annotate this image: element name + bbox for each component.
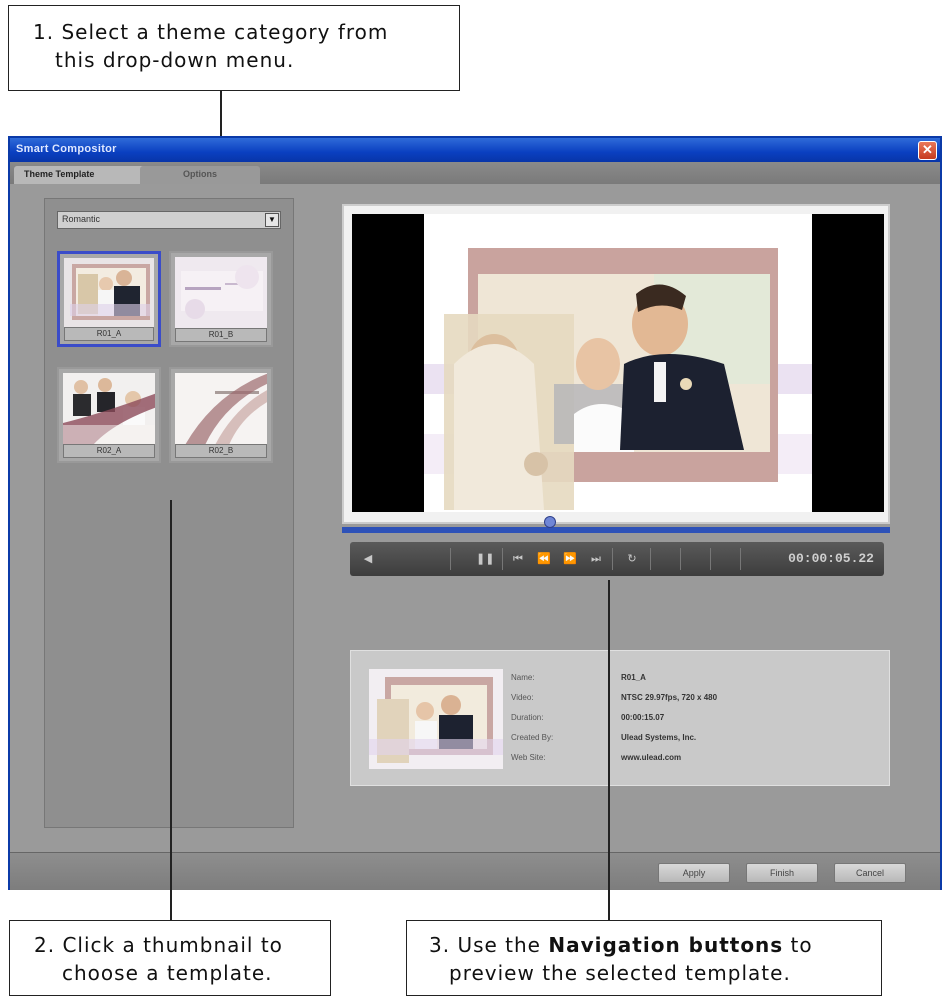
tab-theme-template[interactable]: Theme Template (14, 166, 146, 184)
thumbnail-image (175, 373, 267, 445)
thumbnail-label: R01_A (64, 327, 154, 341)
thumbnail-label: R01_B (175, 328, 267, 342)
callout-step-2-line-1: 2. Click a thumbnail to (34, 933, 283, 957)
volume-icon[interactable]: ◀ (360, 551, 376, 567)
thumbnail-image (175, 257, 267, 329)
chevron-down-icon[interactable]: ▼ (265, 213, 279, 227)
close-button[interactable]: ✕ (918, 141, 937, 160)
close-icon: ✕ (922, 142, 933, 157)
thumbnail-image (64, 258, 154, 330)
scrubber-handle[interactable] (544, 516, 556, 528)
smart-compositor-window: Smart Compositor ✕ Theme Template Option… (8, 136, 942, 890)
loop-icon[interactable]: ↻ (624, 551, 640, 567)
dialog-button-bar: Apply Finish Cancel (10, 852, 940, 890)
tab-strip: Theme Template Options (10, 162, 940, 184)
divider (650, 548, 651, 570)
info-row-video: Video: NTSC 29.97fps, 720 x 480 (511, 693, 881, 709)
template-thumbnail-r02-b[interactable]: R02_B (169, 367, 273, 463)
template-panel: Romantic ▼ R01_A R01_B R02_A R02_B (44, 198, 294, 828)
template-info-panel: Name: R01_A Video: NTSC 29.97fps, 720 x … (350, 650, 890, 786)
callout-step-3-line-1: 3. Use the Navigation buttons to (429, 931, 881, 959)
info-value: www.ulead.com (621, 753, 682, 762)
preview-progress-track[interactable] (342, 527, 890, 533)
info-label: Name: (511, 673, 535, 682)
divider (680, 548, 681, 570)
info-label: Web Site: (511, 753, 546, 762)
callout-step-3-leader (608, 580, 610, 920)
navigation-bar: ◀ ❚❚ ⏮ ⏪ ⏩ ⏭ ↻ 00:00:05.22 (350, 542, 884, 576)
preview-window (342, 204, 890, 524)
callout-step-2-line-2: choose a template. (62, 961, 273, 985)
thumbnail-label: R02_B (175, 444, 267, 458)
selected-template-preview (369, 669, 503, 769)
next-icon[interactable]: ⏭ (588, 551, 604, 567)
info-row-duration: Duration: 00:00:15.07 (511, 713, 881, 729)
window-title: Smart Compositor (16, 143, 117, 155)
callout-step-1: 1. Select a theme category from this dro… (8, 5, 460, 91)
callout-step-2-leader (170, 500, 172, 920)
thumbnail-image (63, 373, 155, 445)
info-label: Video: (511, 693, 534, 702)
callout-step-1-line-1: 1. Select a theme category from (33, 20, 389, 44)
info-value: 00:00:15.07 (621, 713, 665, 722)
letterbox-right (812, 214, 884, 512)
info-row-web-site: Web Site: www.ulead.com (511, 753, 881, 769)
thumbnail-label: R02_A (63, 444, 155, 458)
callout-step-2: 2. Click a thumbnail to choose a templat… (9, 920, 331, 996)
cancel-button[interactable]: Cancel (834, 863, 906, 883)
timecode-display: 00:00:05.22 (788, 551, 874, 566)
preview-image (424, 214, 812, 512)
theme-category-dropdown[interactable]: Romantic ▼ (57, 211, 281, 229)
template-thumbnail-r02-a[interactable]: R02_A (57, 367, 161, 463)
pause-icon[interactable]: ❚❚ (476, 551, 494, 567)
apply-button[interactable]: Apply (658, 863, 730, 883)
previous-icon[interactable]: ⏮ (510, 551, 526, 567)
info-value: R01_A (621, 673, 646, 682)
info-row-name: Name: R01_A (511, 673, 881, 689)
callout-step-3-prefix: 3. Use the (429, 933, 549, 957)
letterbox-left (352, 214, 424, 512)
tab-options[interactable]: Options (140, 166, 260, 184)
callout-step-3-bold: Navigation buttons (548, 933, 784, 957)
divider (612, 548, 613, 570)
callout-step-3-line-2: preview the selected template. (449, 961, 791, 985)
info-value: Ulead Systems, Inc. (621, 733, 697, 742)
divider (502, 548, 503, 570)
fast-forward-icon[interactable]: ⏩ (562, 551, 578, 567)
callout-step-1-line-2: this drop-down menu. (55, 48, 295, 72)
template-thumbnail-r01-a[interactable]: R01_A (57, 251, 161, 347)
finish-button[interactable]: Finish (746, 863, 818, 883)
callout-step-3: 3. Use the Navigation buttons to preview… (406, 920, 882, 996)
title-bar: Smart Compositor ✕ (10, 138, 940, 162)
divider (740, 548, 741, 570)
info-label: Created By: (511, 733, 554, 742)
template-thumbnail-r01-b[interactable]: R01_B (169, 251, 273, 347)
callout-step-3-suffix: to (783, 933, 813, 957)
theme-category-value: Romantic (62, 214, 101, 224)
rewind-icon[interactable]: ⏪ (536, 551, 552, 567)
info-value: NTSC 29.97fps, 720 x 480 (621, 693, 718, 702)
info-row-created-by: Created By: Ulead Systems, Inc. (511, 733, 881, 749)
info-label: Duration: (511, 713, 544, 722)
divider (710, 548, 711, 570)
divider (450, 548, 451, 570)
